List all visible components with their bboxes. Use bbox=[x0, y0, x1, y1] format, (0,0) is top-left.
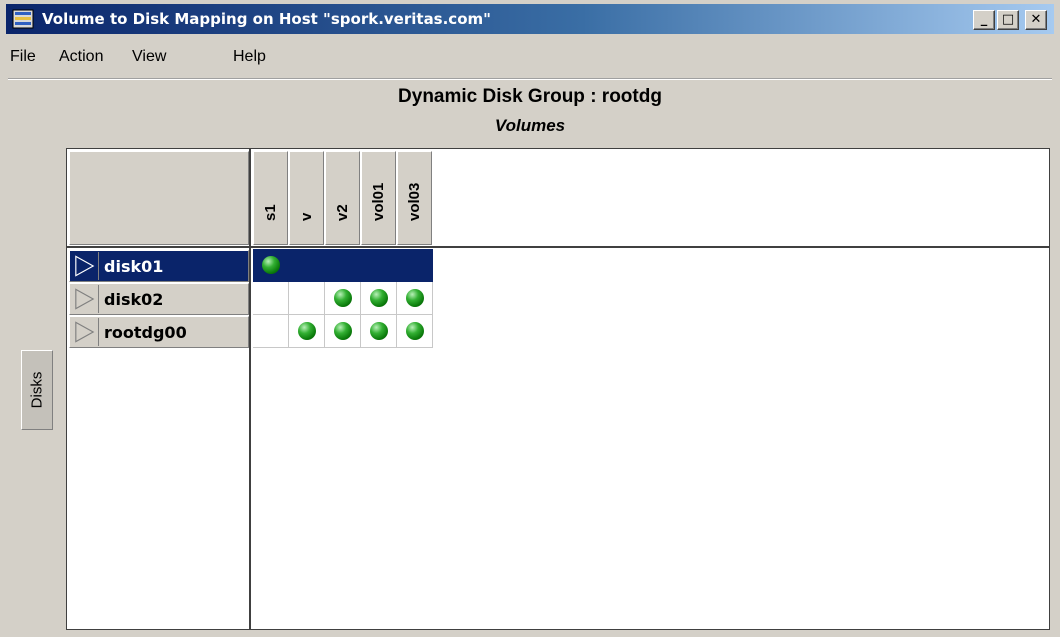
map-cell-disk01-v[interactable] bbox=[289, 249, 325, 282]
minimize-button[interactable]: _ bbox=[973, 10, 995, 30]
column-header-v[interactable]: v bbox=[289, 151, 324, 245]
menu-bar: File Action View Help bbox=[6, 46, 1054, 72]
mapped-indicator-icon bbox=[333, 289, 352, 307]
disks-tab-label: Disks bbox=[28, 371, 46, 409]
row-header-disk01[interactable]: disk01 bbox=[69, 250, 249, 282]
expand-arrow-icon[interactable] bbox=[71, 318, 99, 346]
mapped-indicator-icon bbox=[297, 322, 316, 340]
column-label: s1 bbox=[261, 204, 279, 221]
mapped-indicator-icon bbox=[369, 289, 388, 307]
column-header-v2[interactable]: v2 bbox=[325, 151, 360, 245]
window-title: Volume to Disk Mapping on Host "spork.ve… bbox=[42, 10, 491, 28]
mapping-window: Volume to Disk Mapping on Host "spork.ve… bbox=[0, 0, 1060, 637]
column-label: vol03 bbox=[405, 182, 423, 221]
disk-name: rootdg00 bbox=[104, 323, 187, 342]
column-header-vol01[interactable]: vol01 bbox=[361, 151, 396, 245]
map-cell-disk01-v2[interactable] bbox=[325, 249, 361, 282]
map-cell-disk02-v2[interactable] bbox=[325, 282, 361, 315]
map-cell-disk02-vol01[interactable] bbox=[361, 282, 397, 315]
map-cell-disk01-s1[interactable] bbox=[253, 249, 289, 282]
header-divider bbox=[67, 246, 1049, 248]
menu-file[interactable]: File bbox=[10, 48, 36, 66]
map-cell-rootdg00-s1[interactable] bbox=[253, 315, 289, 348]
column-header-vol03[interactable]: vol03 bbox=[397, 151, 432, 245]
map-cell-rootdg00-vol01[interactable] bbox=[361, 315, 397, 348]
map-cell-disk02-s1[interactable] bbox=[253, 282, 289, 315]
map-cell-disk01-vol01[interactable] bbox=[361, 249, 397, 282]
expand-arrow-icon[interactable] bbox=[71, 252, 99, 280]
maximize-button[interactable]: □ bbox=[997, 10, 1019, 30]
mapped-indicator-icon bbox=[333, 322, 352, 340]
mapped-indicator-icon bbox=[405, 322, 424, 340]
map-cell-disk02-v[interactable] bbox=[289, 282, 325, 315]
menu-view[interactable]: View bbox=[132, 48, 166, 66]
column-label: v bbox=[297, 212, 315, 221]
column-label: vol01 bbox=[369, 182, 387, 221]
expand-arrow-icon[interactable] bbox=[71, 285, 99, 313]
menu-separator bbox=[8, 78, 1052, 80]
column-label: v2 bbox=[333, 204, 351, 221]
menu-help[interactable]: Help bbox=[233, 48, 266, 66]
map-cell-disk02-vol03[interactable] bbox=[397, 282, 433, 315]
disk-name: disk02 bbox=[104, 290, 164, 309]
map-cell-rootdg00-vol03[interactable] bbox=[397, 315, 433, 348]
app-disk-icon bbox=[12, 9, 34, 29]
title-bar[interactable]: Volume to Disk Mapping on Host "spork.ve… bbox=[6, 4, 1054, 34]
mapped-indicator-icon bbox=[405, 289, 424, 307]
row-header-rootdg00[interactable]: rootdg00 bbox=[69, 316, 249, 348]
map-cell-rootdg00-v[interactable] bbox=[289, 315, 325, 348]
map-cell-disk01-vol03[interactable] bbox=[397, 249, 433, 282]
column-header-s1[interactable]: s1 bbox=[253, 151, 288, 245]
mapped-indicator-icon bbox=[261, 256, 280, 274]
close-button[interactable]: ✕ bbox=[1025, 10, 1047, 30]
disk-name: disk01 bbox=[104, 257, 164, 276]
menu-action[interactable]: Action bbox=[59, 48, 103, 66]
disk-group-title: Dynamic Disk Group : rootdg bbox=[398, 86, 662, 107]
mapped-indicator-icon bbox=[369, 322, 388, 340]
row-header-disk02[interactable]: disk02 bbox=[69, 283, 249, 315]
map-cell-rootdg00-v2[interactable] bbox=[325, 315, 361, 348]
disks-axis-tab[interactable]: Disks bbox=[21, 350, 53, 430]
volumes-axis-title: Volumes bbox=[494, 116, 566, 135]
grid-corner-header bbox=[69, 151, 249, 245]
